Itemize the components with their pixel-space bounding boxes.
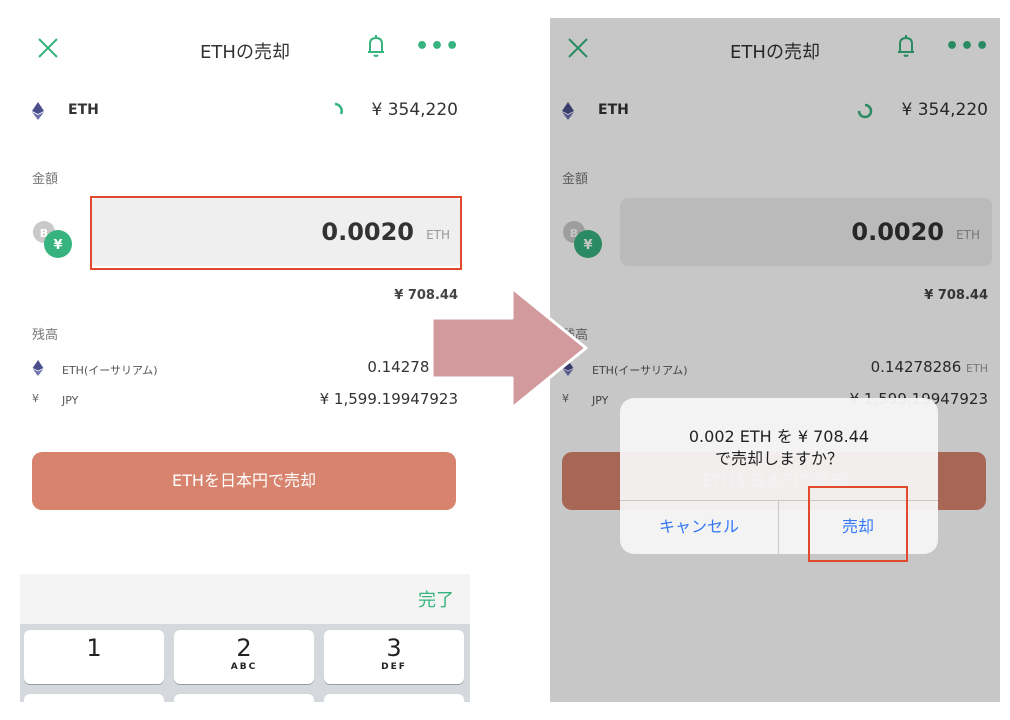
eth-icon (32, 102, 44, 120)
key-number: 3 (386, 634, 402, 662)
key[interactable] (174, 694, 314, 702)
amount-label: 金額 (32, 172, 59, 187)
balance-row-jpy: ¥ JPY ¥ 1,599.19947923 (20, 390, 470, 414)
keyboard-toolbar: 完了 (20, 574, 470, 624)
key-2[interactable]: 2 ABC (174, 630, 314, 684)
asset-name: ETH (68, 102, 99, 118)
key-3[interactable]: 3 DEF (324, 630, 464, 684)
page-title: ETHの売却 (200, 42, 290, 63)
dialog-message-line1: 0.002 ETH を ¥ 708.44 (688, 427, 870, 446)
balance-label: 残高 (32, 328, 59, 343)
eth-icon (32, 360, 44, 376)
highlight-box (90, 196, 462, 270)
loading-icon (334, 102, 343, 115)
numeric-keyboard: 完了 1 2 ABC 3 DEF (20, 574, 470, 702)
balance-row-eth: ETH(イーサリアム) 0.14278286 (20, 358, 470, 382)
more-icon[interactable]: ••• (415, 34, 460, 59)
sell-button[interactable]: ETHを日本円で売却 (32, 452, 456, 510)
asset-row: ETH ¥ 354,220 (20, 96, 470, 126)
dialog-message: 0.002 ETH を ¥ 708.44 で売却しますか？ (620, 426, 938, 470)
bell-icon[interactable] (364, 34, 388, 60)
arrow-right-icon (430, 286, 588, 410)
cancel-button[interactable]: キャンセル (620, 500, 778, 554)
sell-screen-right: ETHの売却 ••• ETH ¥ 354,220 金額 B ¥ 0.0020 E… (550, 18, 1000, 702)
key-number: 1 (86, 634, 102, 662)
balance-name: JPY (62, 394, 79, 407)
balance-name: ETH(イーサリアム) (62, 364, 158, 377)
asset-price: ¥ 354,220 (371, 100, 458, 120)
key-letters: DEF (381, 662, 407, 672)
key[interactable] (324, 694, 464, 702)
highlight-box (808, 486, 908, 562)
done-button[interactable]: 完了 (418, 586, 454, 612)
dialog-message-line2: で売却しますか？ (714, 449, 843, 468)
svg-text:¥: ¥ (53, 238, 62, 253)
modal-overlay (550, 18, 1000, 702)
key-letters: ABC (230, 662, 258, 672)
nav-bar: ETHの売却 ••• (20, 18, 470, 80)
key[interactable] (24, 694, 164, 702)
yen-icon: ¥ (32, 392, 39, 405)
currency-switch-icon[interactable]: B ¥ (32, 218, 76, 262)
sell-screen-left: ETHの売却 ••• ETH ¥ 354,220 金額 B ¥ 0.0020 E… (20, 18, 470, 702)
key-number: 2 (236, 634, 252, 662)
key-1[interactable]: 1 (24, 630, 164, 684)
